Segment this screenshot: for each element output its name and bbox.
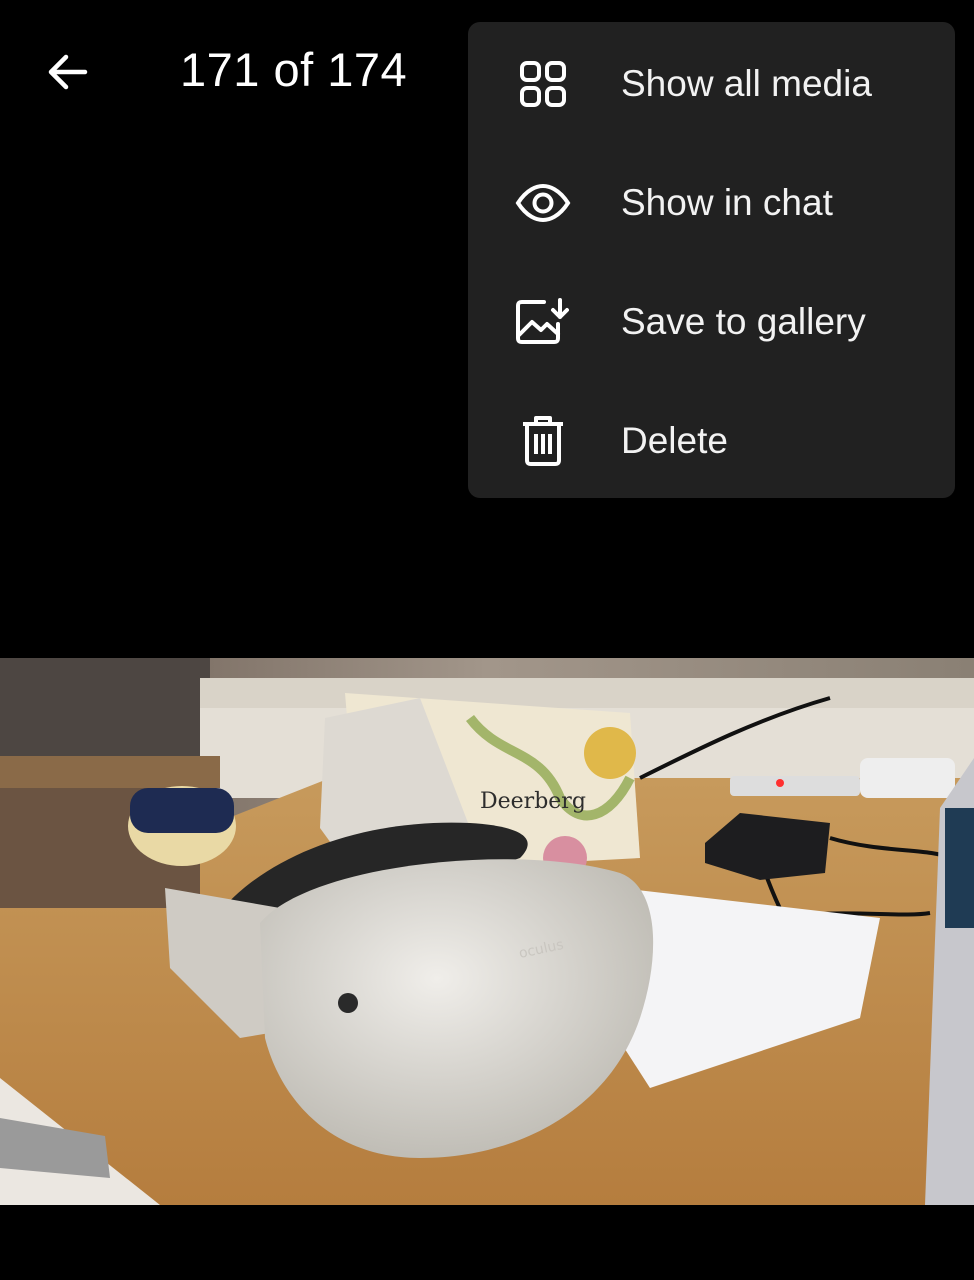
menu-item-show-in-chat[interactable]: Show in chat bbox=[468, 143, 955, 262]
back-button[interactable] bbox=[36, 40, 100, 104]
media-photo[interactable]: Deerberg oculus bbox=[0, 658, 974, 1205]
trash-icon bbox=[512, 410, 574, 472]
grid-icon bbox=[512, 53, 574, 115]
menu-item-label: Show all media bbox=[621, 62, 872, 104]
eye-icon bbox=[512, 172, 574, 234]
bag-brand-text: Deerberg bbox=[480, 789, 586, 814]
menu-item-label: Delete bbox=[621, 419, 728, 461]
menu-item-delete[interactable]: Delete bbox=[468, 381, 955, 500]
menu-item-save-to-gallery[interactable]: Save to gallery bbox=[468, 262, 955, 381]
menu-item-label: Show in chat bbox=[621, 181, 833, 223]
menu-item-label: Save to gallery bbox=[621, 300, 866, 342]
save-image-icon bbox=[512, 291, 574, 353]
arrow-left-icon bbox=[48, 54, 88, 90]
menu-item-show-all-media[interactable]: Show all media bbox=[468, 24, 955, 143]
media-counter: 171 of 174 bbox=[180, 43, 408, 96]
context-menu: Show all media Show in chat Save to gall… bbox=[468, 22, 955, 498]
